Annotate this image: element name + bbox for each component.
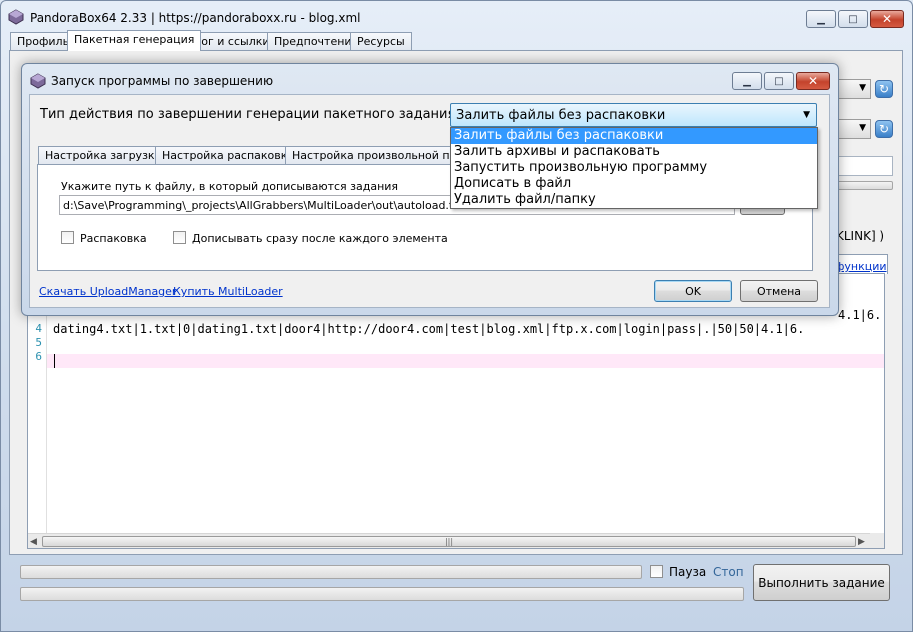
action-type-dropdown-list: Залить файлы без распаковки Залить архивы… bbox=[450, 127, 818, 209]
dropdown-option[interactable]: Дописать в файл bbox=[451, 176, 817, 192]
dialog-minimize-button[interactable]: ▁ bbox=[732, 72, 762, 90]
scroll-thumb[interactable]: ||| bbox=[42, 536, 856, 547]
unpack-checkbox-label: Распаковка bbox=[80, 232, 147, 245]
minimize-button[interactable]: ▁ bbox=[806, 10, 836, 28]
dropdown-option[interactable]: Залить файлы без распаковки bbox=[451, 128, 817, 144]
action-type-value: Залить файлы без распаковки bbox=[456, 108, 666, 123]
close-button[interactable]: ✕ bbox=[870, 10, 904, 28]
dialog-maximize-button[interactable]: □ bbox=[764, 72, 794, 90]
tab-resources[interactable]: Ресурсы bbox=[350, 32, 412, 50]
dropdown-option[interactable]: Залить архивы и распаковать bbox=[451, 144, 817, 160]
dialog-close-button[interactable]: ✕ bbox=[796, 72, 830, 90]
dialog-title: Запуск программы по завершению bbox=[51, 74, 274, 88]
pause-label: Пауза bbox=[669, 565, 707, 579]
code-line: 6 bbox=[28, 350, 884, 364]
download-uploadmanager-link[interactable]: Скачать UploadManager bbox=[39, 285, 176, 298]
line-number: 4 bbox=[35, 322, 42, 335]
maximize-button[interactable]: □ bbox=[838, 10, 868, 28]
window-title: PandoraBox64 2.33 | https://pandoraboxx.… bbox=[30, 11, 361, 25]
line-number: 5 bbox=[35, 336, 42, 349]
action-type-label: Тип действия по завершении генерации пак… bbox=[40, 107, 460, 122]
functions-link[interactable]: функции bbox=[835, 260, 887, 273]
code-line: 4 dating4.txt|1.txt|0|dating1.txt|door4|h… bbox=[28, 322, 884, 336]
pause-checkbox[interactable] bbox=[650, 565, 663, 578]
action-type-combobox[interactable]: Залить файлы без распаковки ▼ bbox=[450, 103, 817, 127]
right-combo-1[interactable]: ▼ bbox=[837, 79, 871, 99]
line-text: 4.1|6. bbox=[838, 308, 882, 322]
path-input-value: d:\Save\Programming\_projects\AllGrabber… bbox=[63, 199, 465, 212]
dropdown-option[interactable]: Запустить произвольную программу bbox=[451, 160, 817, 176]
cancel-button[interactable]: Отмена bbox=[740, 280, 818, 302]
progress-bar-1 bbox=[20, 565, 642, 579]
code-lines: 4.1|6. 4 dating4.txt|1.txt|0|dating1.txt|d… bbox=[28, 308, 884, 364]
scroll-left-arrow[interactable]: ◀ bbox=[30, 537, 37, 547]
ok-button[interactable]: OK bbox=[654, 280, 732, 302]
scroll-right-arrow[interactable]: ▶ bbox=[858, 537, 865, 547]
buy-multiloader-link[interactable]: Купить MultiLoader bbox=[173, 285, 283, 298]
append-each-checkbox-label: Дописывать сразу после каждого элемента bbox=[192, 232, 448, 245]
dialog-icon bbox=[30, 73, 46, 89]
right-text-field[interactable] bbox=[837, 156, 893, 176]
subtab-custom-program-settings[interactable]: Настройка произвольной прогр bbox=[285, 146, 453, 165]
partial-right-text: KLINK] ) bbox=[836, 229, 885, 243]
horizontal-scrollbar[interactable]: ◀ ||| ▶ bbox=[28, 533, 870, 548]
dropdown-option[interactable]: Удалить файл/папку bbox=[451, 192, 817, 208]
line-text: dating4.txt|1.txt|0|dating1.txt|door4|ht… bbox=[53, 322, 805, 336]
tab-batch-generation[interactable]: Пакетная генерация bbox=[67, 30, 202, 51]
stop-link[interactable]: Стоп bbox=[713, 565, 744, 579]
append-each-checkbox[interactable] bbox=[173, 231, 186, 244]
subtab-unpack-settings[interactable]: Настройка распаковки bbox=[155, 146, 302, 165]
path-label: Укажите путь к файлу, в который дописыва… bbox=[61, 180, 399, 193]
size-grip-icon[interactable] bbox=[870, 533, 884, 548]
right-progress bbox=[837, 181, 893, 190]
right-combo-2[interactable]: ▼ bbox=[837, 119, 871, 139]
app-icon bbox=[8, 9, 24, 25]
progress-bar-2 bbox=[20, 587, 744, 601]
line-number: 6 bbox=[35, 350, 42, 363]
code-line: 5 bbox=[28, 336, 884, 350]
unpack-checkbox[interactable] bbox=[61, 231, 74, 244]
run-task-button[interactable]: Выполнить задание bbox=[753, 564, 890, 601]
refresh-icon[interactable]: ↻ bbox=[875, 80, 893, 98]
chevron-down-icon: ▼ bbox=[803, 110, 810, 120]
subtab-upload-settings[interactable]: Настройка загрузки bbox=[38, 146, 169, 165]
refresh-icon[interactable]: ↻ bbox=[875, 120, 893, 138]
